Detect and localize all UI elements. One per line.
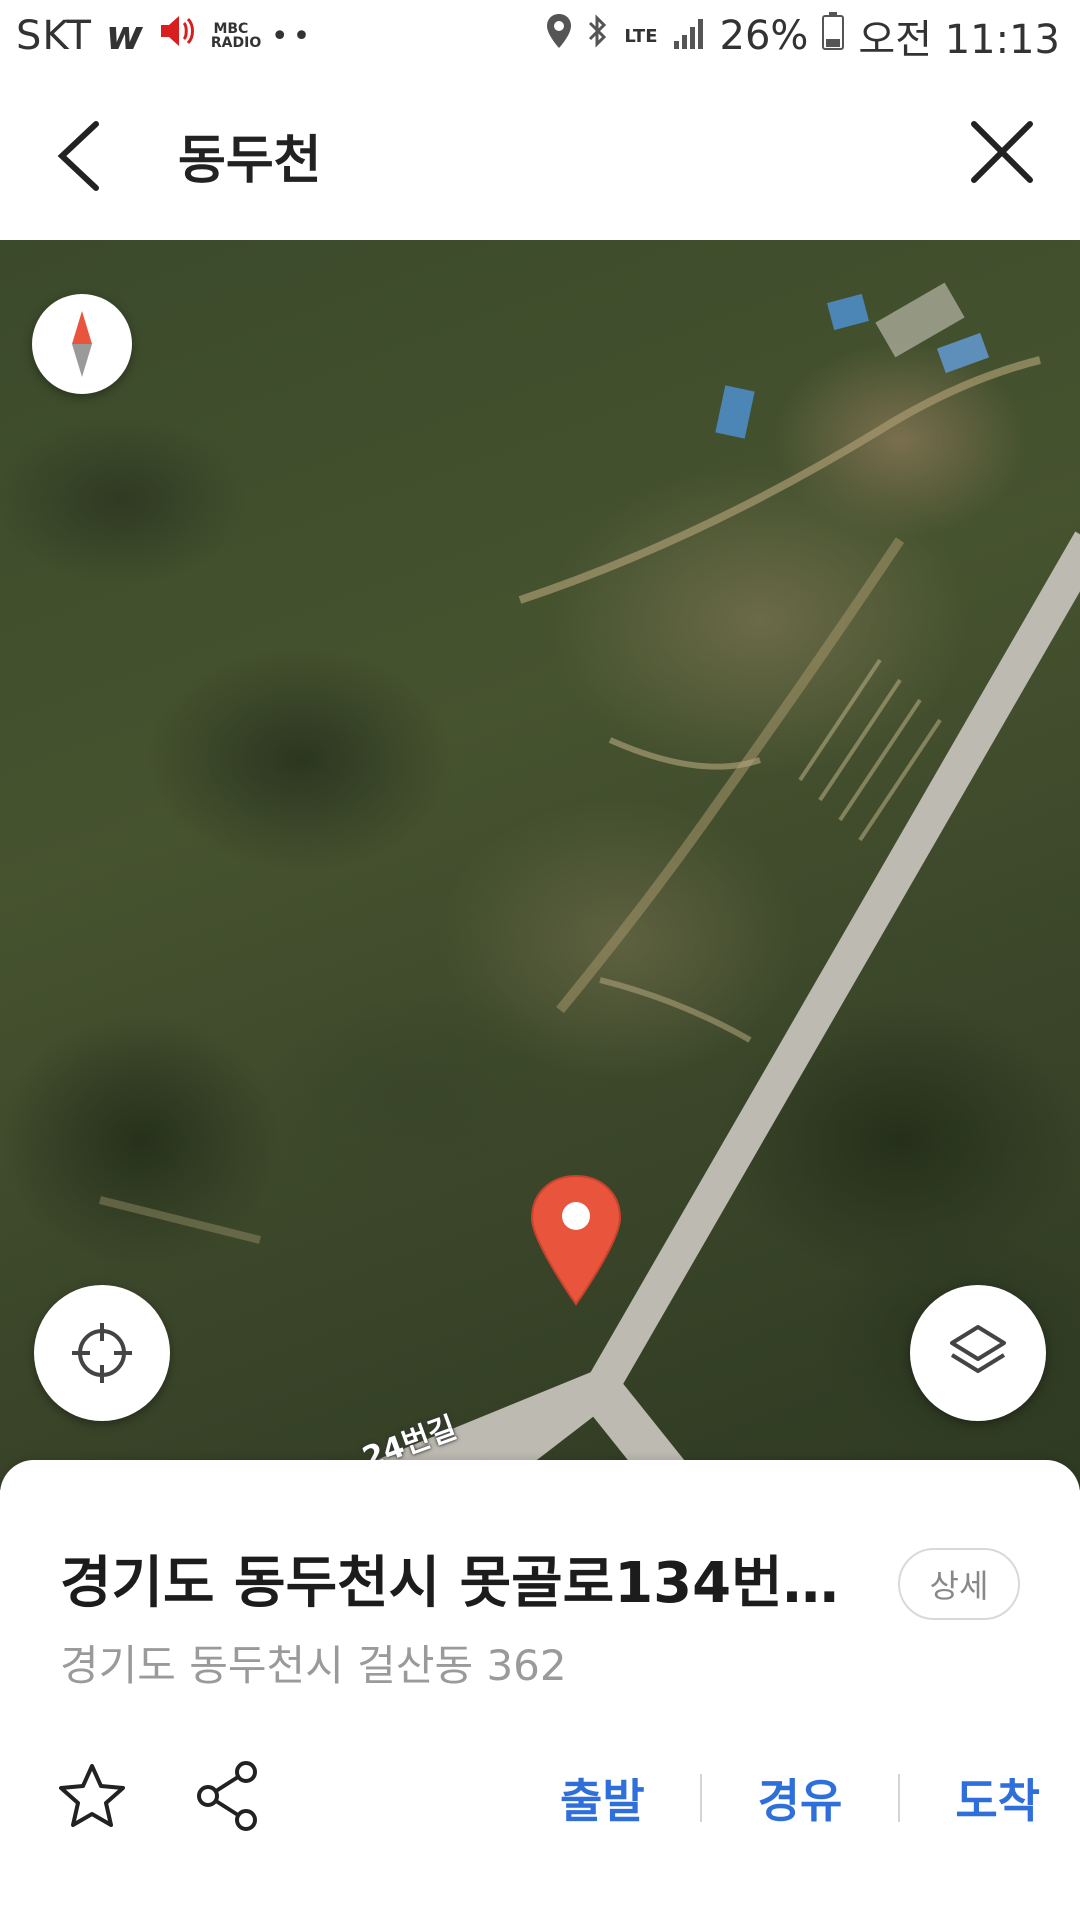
bluetooth-icon <box>586 13 610 59</box>
map-pin-icon <box>530 1174 622 1306</box>
location-marker[interactable] <box>526 1172 626 1312</box>
detail-button[interactable]: 상세 <box>898 1548 1020 1620</box>
place-info-sheet: 경기도 동두천시 못골로134번… 상세 경기도 동두천시 걸산동 362 출발… <box>0 1460 1080 1920</box>
layers-icon <box>950 1325 1006 1373</box>
battery-icon <box>822 12 845 60</box>
signal-icon <box>672 13 706 59</box>
share-button[interactable] <box>192 1760 264 1832</box>
depart-button[interactable]: 출발 <box>560 1765 645 1831</box>
compass-icon <box>72 311 92 377</box>
close-icon <box>971 121 1033 183</box>
battery-percent: 26% <box>719 13 809 59</box>
notification-dots: •• <box>270 18 315 54</box>
location-icon <box>546 13 572 59</box>
status-right: LTE 26% 오전 11:13 <box>546 7 1060 65</box>
action-divider <box>700 1774 703 1822</box>
carrier-label: SKT <box>16 13 92 59</box>
waypoint-button[interactable]: 경유 <box>758 1765 843 1831</box>
speaker-icon <box>157 13 197 59</box>
action-divider <box>897 1774 900 1822</box>
place-title: 경기도 동두천시 못골로134번… <box>60 1551 839 1616</box>
arrive-button[interactable]: 도착 <box>955 1765 1040 1831</box>
star-icon <box>59 1764 125 1827</box>
page-title: 동두천 <box>178 131 322 191</box>
status-bar: SKT w MBC RADIO •• LTE 26% 오전 11:13 <box>0 0 1080 72</box>
app-w-icon: w <box>105 13 143 59</box>
back-button[interactable] <box>52 116 112 196</box>
map-layers-button[interactable] <box>910 1285 1046 1421</box>
close-button[interactable] <box>966 116 1038 188</box>
crosshair-icon <box>72 1323 132 1383</box>
place-address: 경기도 동두천시 걸산동 362 <box>60 1641 567 1690</box>
route-actions: 출발 경유 도착 <box>560 1768 1040 1828</box>
chevron-left-icon <box>57 121 99 191</box>
share-icon <box>197 1761 257 1831</box>
clock: 오전 11:13 <box>858 17 1060 63</box>
status-left: SKT w MBC RADIO •• <box>16 13 314 59</box>
network-label: LTE <box>624 25 658 47</box>
compass-button[interactable] <box>32 294 132 394</box>
top-bar: 동두천 <box>0 72 1080 240</box>
favorite-button[interactable] <box>56 1760 128 1832</box>
mbc-radio-icon: MBC RADIO <box>210 21 262 51</box>
my-location-button[interactable] <box>34 1285 170 1421</box>
